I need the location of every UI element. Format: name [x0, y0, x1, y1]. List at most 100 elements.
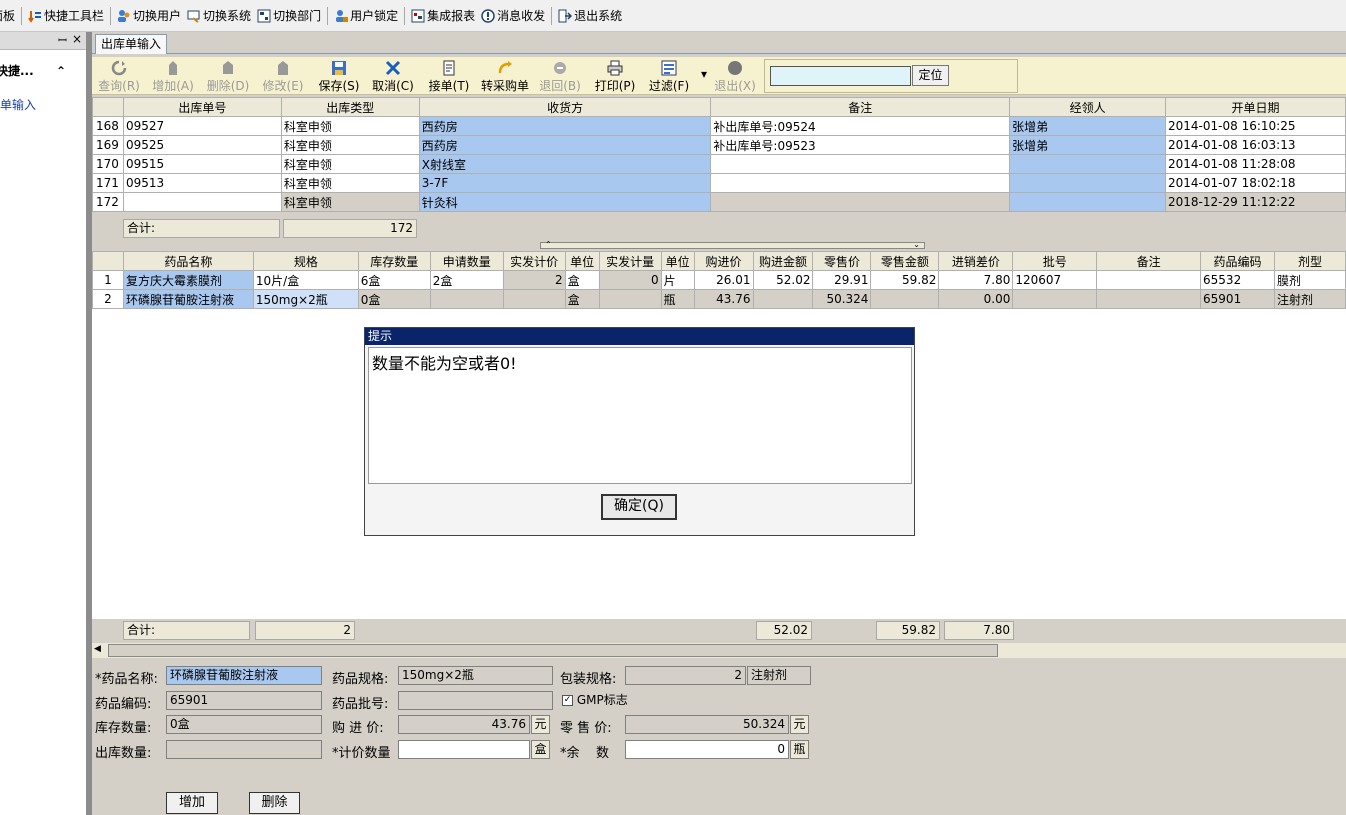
- remain-input[interactable]: 0: [625, 740, 789, 759]
- locate-button[interactable]: 定位: [912, 65, 949, 86]
- collapse-caret-icon[interactable]: ⌃: [56, 60, 66, 82]
- cell[interactable]: 科室申领: [280, 173, 420, 193]
- close-icon[interactable]: ×: [72, 32, 82, 46]
- cell[interactable]: 针灸科: [418, 192, 712, 212]
- col-header[interactable]: 药品编码: [1200, 251, 1275, 271]
- cell[interactable]: 2018-12-29 11:12:22: [1165, 192, 1346, 212]
- return-button[interactable]: 退回(B): [537, 59, 583, 93]
- cell[interactable]: 张增弟: [1009, 135, 1167, 155]
- col-header[interactable]: 实发计价: [502, 251, 566, 271]
- topbar-message[interactable]: 消息收发: [478, 4, 548, 28]
- form-delete-button[interactable]: 删除: [249, 792, 300, 814]
- price-qty-input[interactable]: [398, 740, 530, 759]
- pin-icon[interactable]: ꟷ: [58, 33, 67, 48]
- col-header[interactable]: 零售金额: [870, 251, 940, 271]
- cell[interactable]: [1009, 154, 1167, 174]
- table-row[interactable]: 170 09515 科室申领 X射线室 2014-01-08 11:28:08: [92, 154, 1346, 174]
- topbar-exit-system[interactable]: 退出系统: [555, 4, 625, 28]
- cell[interactable]: 29.91: [812, 270, 872, 290]
- cell[interactable]: 52.02: [752, 270, 814, 290]
- cell[interactable]: 瓶: [660, 289, 695, 309]
- cell[interactable]: 0.00: [938, 289, 1014, 309]
- cell[interactable]: 2014-01-07 18:02:18: [1165, 173, 1346, 193]
- divider-handle[interactable]: ⌃ ⌄: [540, 241, 925, 249]
- grid-divider[interactable]: ⌃ ⌄: [92, 241, 1346, 251]
- cell[interactable]: 26.01: [693, 270, 754, 290]
- col-header[interactable]: 批号: [1012, 251, 1098, 271]
- table-row-selected[interactable]: 2 环磷腺苷葡胺注射液 150mg×2瓶 0盒 盒 瓶 43.76 50.324…: [92, 289, 1346, 309]
- cell[interactable]: [710, 173, 1011, 193]
- col-header[interactable]: 单位: [564, 251, 600, 271]
- cell[interactable]: 膜剂: [1273, 270, 1346, 290]
- cell[interactable]: [122, 192, 282, 212]
- topbar-switch-system[interactable]: 切换系统: [184, 4, 254, 28]
- col-header[interactable]: 经领人: [1009, 97, 1167, 117]
- cell[interactable]: 59.82: [870, 270, 940, 290]
- cell[interactable]: 2: [502, 270, 566, 290]
- query-button[interactable]: 查询(R): [96, 59, 142, 93]
- print-button[interactable]: 打印(P): [592, 59, 638, 93]
- cell[interactable]: 西药房: [418, 135, 712, 155]
- cell[interactable]: [710, 192, 1011, 212]
- cell[interactable]: 0盒: [357, 289, 431, 309]
- cell[interactable]: 补出库单号:09523: [710, 135, 1011, 155]
- table-row-selected[interactable]: 172 科室申领 针灸科 2018-12-29 11:12:22: [92, 192, 1346, 212]
- cell[interactable]: 科室申领: [280, 135, 420, 155]
- receive-order-button[interactable]: 接单(T): [426, 59, 472, 93]
- exit-button[interactable]: 退出(X): [712, 59, 758, 93]
- col-header[interactable]: 规格: [252, 251, 359, 271]
- topbar-quick-toolbar[interactable]: 快捷工具栏: [25, 4, 107, 28]
- expand-down-icon[interactable]: ⌄: [913, 241, 920, 249]
- col-header[interactable]: 零售价: [812, 251, 872, 271]
- locate-input[interactable]: [770, 66, 911, 86]
- table-row[interactable]: 169 09525 科室申领 西药房 补出库单号:09523 张增弟 2014-…: [92, 135, 1346, 155]
- cancel-button[interactable]: 取消(C): [370, 59, 416, 93]
- tab-outbound-entry[interactable]: 出库单输入: [95, 34, 168, 54]
- expand-up-icon[interactable]: ⌃: [545, 241, 552, 249]
- cell[interactable]: 片: [660, 270, 695, 290]
- cell[interactable]: [598, 289, 662, 309]
- col-header[interactable]: 库存数量: [357, 251, 431, 271]
- cell[interactable]: 复方庆大霉素膜剂: [122, 270, 254, 290]
- cell[interactable]: 09527: [122, 116, 282, 136]
- cell[interactable]: 科室申领: [280, 116, 420, 136]
- out-qty-field[interactable]: [166, 740, 322, 759]
- cell[interactable]: 2014-01-08 16:03:13: [1165, 135, 1346, 155]
- topbar-user-lock[interactable]: 用户锁定: [331, 4, 401, 28]
- cell[interactable]: 西药房: [418, 116, 712, 136]
- cell[interactable]: 注射剂: [1273, 289, 1346, 309]
- cell[interactable]: 50.324: [812, 289, 872, 309]
- cell[interactable]: [870, 289, 940, 309]
- col-header[interactable]: 出库单号: [122, 97, 282, 117]
- cell[interactable]: 7.80: [938, 270, 1014, 290]
- cell[interactable]: [1096, 289, 1202, 309]
- topbar-switch-user[interactable]: 切换用户: [114, 4, 184, 28]
- scroll-thumb[interactable]: [108, 644, 998, 657]
- shortcut-outbound-entry[interactable]: 出库单输入: [0, 96, 36, 113]
- filter-dropdown-button[interactable]: ▾: [698, 67, 710, 101]
- cell[interactable]: 65901: [1200, 289, 1275, 309]
- cell[interactable]: 2盒: [429, 270, 504, 290]
- col-header[interactable]: 出库类型: [280, 97, 420, 117]
- col-header[interactable]: 申请数量: [429, 251, 504, 271]
- cell[interactable]: 43.76: [693, 289, 754, 309]
- table-row[interactable]: 1 复方庆大霉素膜剂 10片/盒 6盒 2盒 2 盒 0 片 26.01 52.…: [92, 270, 1346, 290]
- table-row[interactable]: 171 09513 科室申领 3-7F 2014-01-07 18:02:18: [92, 173, 1346, 193]
- cell[interactable]: [502, 289, 566, 309]
- cell[interactable]: 120607: [1012, 270, 1098, 290]
- edit-button[interactable]: 修改(E): [260, 59, 306, 93]
- cell[interactable]: [710, 154, 1011, 174]
- cell[interactable]: 2014-01-08 11:28:08: [1165, 154, 1346, 174]
- cell[interactable]: 09513: [122, 173, 282, 193]
- col-header[interactable]: 实发计量: [598, 251, 662, 271]
- cell[interactable]: 科室申领: [280, 192, 420, 212]
- convert-purchase-button[interactable]: 转采购单: [478, 59, 532, 93]
- cell[interactable]: 环磷腺苷葡胺注射液: [122, 289, 254, 309]
- cell[interactable]: 盒: [564, 270, 600, 290]
- topbar-switch-dept[interactable]: 切换部门: [254, 4, 324, 28]
- col-header[interactable]: 收货方: [418, 97, 712, 117]
- dialog-ok-button[interactable]: 确定(Q): [601, 494, 677, 520]
- cell[interactable]: 科室申领: [280, 154, 420, 174]
- cell[interactable]: 2014-01-08 16:10:25: [1165, 116, 1346, 136]
- cell[interactable]: 09525: [122, 135, 282, 155]
